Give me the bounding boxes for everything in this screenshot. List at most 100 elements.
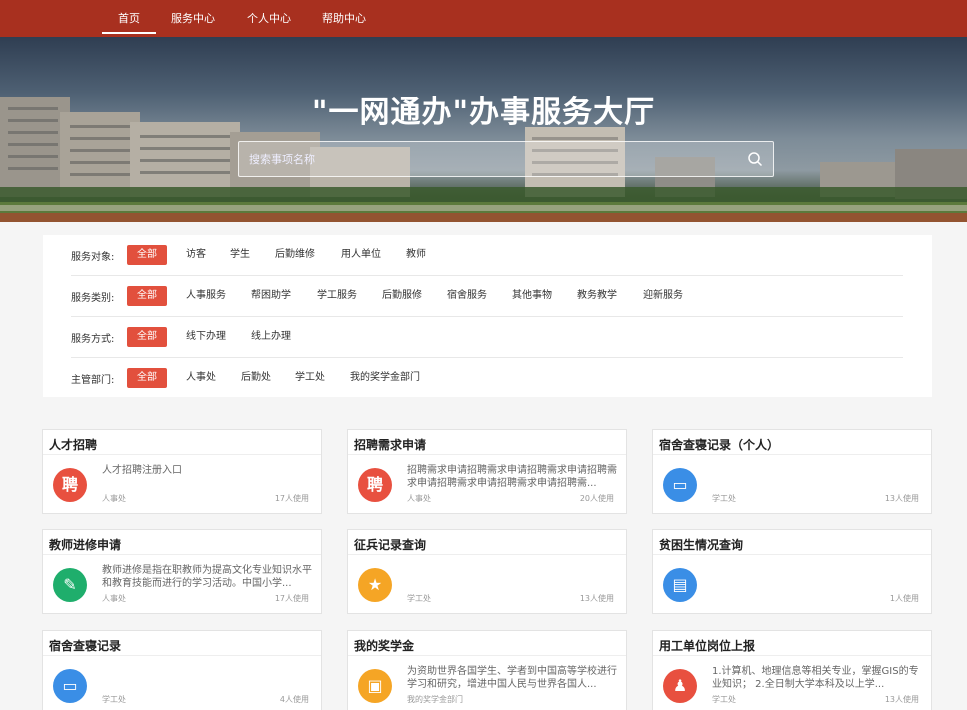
card-divider: [653, 454, 931, 455]
filter-option[interactable]: 全部: [127, 327, 167, 347]
search-icon[interactable]: [747, 151, 763, 167]
service-card[interactable]: 我的奖学金 ▣ 为资助世界各国学生、学者到中国高等学校进行学习和研究，增进中国人民与…: [347, 630, 627, 710]
filter-row-audience: 服务对象: 全部 访客 学生 后勤维修 用人单位 教师: [71, 235, 903, 276]
service-card[interactable]: 招聘需求申请聘 招聘需求申请招聘需求申请招聘需求申请招聘需求申请招聘需求申请招聘需…: [347, 429, 627, 514]
filter-option[interactable]: 访客: [176, 245, 216, 265]
recruit-icon: 聘: [358, 468, 392, 502]
filter-option[interactable]: 后勤处: [231, 368, 281, 388]
filter-option[interactable]: 迎新服务: [633, 286, 693, 306]
service-card-usage: 4人使用: [279, 695, 309, 704]
service-card[interactable]: 人才招聘聘 人才招聘注册入口 人事处 17人使用: [42, 429, 322, 514]
service-card-department: 学工处: [712, 695, 736, 704]
filter-option[interactable]: 全部: [127, 245, 167, 265]
service-card-description: 人才招聘注册入口: [102, 465, 182, 476]
filter-row-method: 服务方式: 全部 线下办理 线上办理: [71, 317, 903, 358]
search-box: [238, 141, 774, 177]
nav-home[interactable]: 首页: [102, 0, 156, 37]
service-card[interactable]: 教师进修申请 ✎ 教师进修是指在职教师为提高文化专业知识水平和教育技能而进行的学习活…: [42, 529, 322, 614]
service-card-department: 学工处: [102, 695, 126, 704]
icon-glyph: ▤: [672, 575, 688, 594]
service-card-department: 我的奖学金部门: [407, 695, 463, 704]
nav-personal-center[interactable]: 个人中心: [240, 0, 298, 37]
service-card-usage: 17人使用: [274, 494, 309, 503]
filter-option[interactable]: 全部: [127, 368, 167, 388]
service-card[interactable]: 宿舍查寝记录 ▭ 学工处 4人使用: [42, 630, 322, 710]
service-card-department: 人事处: [407, 494, 431, 503]
filter-label: 主管部门:: [71, 375, 115, 386]
filter-option[interactable]: 用人单位: [331, 245, 391, 265]
filter-option[interactable]: 我的奖学金部门: [340, 368, 430, 388]
icon-glyph: 聘: [61, 475, 78, 494]
banner-title: "一网通办"办事服务大厅: [311, 95, 656, 130]
icon-glyph: ▭: [672, 475, 688, 494]
filter-option[interactable]: 学工服务: [307, 286, 367, 306]
service-card-usage: 13人使用: [579, 594, 614, 603]
nav-help-center[interactable]: 帮助中心: [315, 0, 373, 37]
service-card-department: 学工处: [712, 494, 736, 503]
service-card-title: 征兵记录查询: [354, 538, 427, 552]
card-divider: [653, 655, 931, 656]
service-card-usage: 1人使用: [889, 594, 919, 603]
icon-glyph: ▣: [367, 676, 383, 695]
filter-option[interactable]: 学工处: [285, 368, 335, 388]
top-nav: 首页 服务中心 个人中心 帮助中心: [0, 0, 967, 37]
service-card[interactable]: 宿舍查寝记录（个人） ▭ 学工处 13人使用: [652, 429, 932, 514]
filter-option[interactable]: 线上办理: [241, 327, 301, 347]
service-card[interactable]: 征兵记录查询 ★ 学工处 13人使用: [347, 529, 627, 614]
filter-option[interactable]: 教务教学: [567, 286, 627, 306]
service-card[interactable]: 贫困生情况查询 ▤ 1人使用: [652, 529, 932, 614]
search-input[interactable]: [239, 142, 739, 176]
filter-option[interactable]: 其他事物: [502, 286, 562, 306]
filter-option[interactable]: 后勤服修: [372, 286, 432, 306]
service-card-description: 招聘需求申请招聘需求申请招聘需求申请招聘需求申请招聘需求申请招聘需求申请招聘需.…: [407, 465, 617, 489]
service-card-title: 招聘需求申请: [354, 438, 427, 452]
service-card[interactable]: 用工单位岗位上报 ♟ 1.计算机、地理信息等相关专业，掌握GIS的专业知识； 2.全…: [652, 630, 932, 710]
icon-glyph: ▭: [62, 676, 78, 695]
filter-label: 服务方式:: [71, 334, 115, 345]
card-divider: [348, 454, 626, 455]
service-card-title: 宿舍查寝记录（个人）: [659, 438, 780, 452]
filter-option[interactable]: 全部: [127, 286, 167, 306]
hero-banner: "一网通办"办事服务大厅: [0, 37, 967, 222]
scholarship-icon: ▣: [358, 669, 392, 703]
bed-icon: ▭: [663, 468, 697, 502]
service-card-title: 宿舍查寝记录: [49, 639, 122, 653]
recruit-icon: 聘: [53, 468, 87, 502]
bed-icon: ▭: [53, 669, 87, 703]
card-divider: [653, 554, 931, 555]
document-icon: ▤: [663, 568, 697, 602]
service-card-usage: 13人使用: [884, 695, 919, 704]
icon-glyph: 聘: [366, 475, 383, 494]
card-divider: [43, 655, 321, 656]
service-card-title: 人才招聘: [49, 438, 98, 452]
service-card-department: 人事处: [102, 594, 126, 603]
service-card-department: 人事处: [102, 494, 126, 503]
card-divider: [43, 454, 321, 455]
filter-panel: 服务对象: 全部 访客 学生 后勤维修 用人单位 教师 服务类别: 全部 人事服…: [43, 235, 932, 397]
filter-option[interactable]: 帮困助学: [241, 286, 301, 306]
filter-option[interactable]: 人事服务: [176, 286, 236, 306]
edit-icon: ✎: [53, 568, 87, 602]
service-card-title: 教师进修申请: [49, 538, 122, 552]
service-card-description: 为资助世界各国学生、学者到中国高等学校进行学习和研究，增进中国人民与世界各国人.…: [407, 666, 617, 690]
service-card-department: 学工处: [407, 594, 431, 603]
service-card-title: 我的奖学金: [354, 639, 415, 653]
filter-label: 服务类别:: [71, 293, 115, 304]
filter-row-category: 服务类别: 全部 人事服务 帮困助学 学工服务 后勤服修 宿舍服务 其他事物 教…: [71, 276, 903, 317]
filter-option[interactable]: 宿舍服务: [437, 286, 497, 306]
card-divider: [348, 655, 626, 656]
filter-option[interactable]: 学生: [220, 245, 260, 265]
icon-glyph: ♟: [672, 676, 688, 695]
filter-option[interactable]: 教师: [396, 245, 436, 265]
service-card-description: 1.计算机、地理信息等相关专业，掌握GIS的专业知识； 2.全日制大学本科及以上…: [712, 666, 919, 690]
filter-row-department: 主管部门: 全部 人事处 后勤处 学工处 我的奖学金部门: [71, 358, 903, 399]
service-card-description: 教师进修是指在职教师为提高文化专业知识水平和教育技能而进行的学习活动。中国小学.…: [102, 565, 312, 589]
filter-label: 服务对象:: [71, 252, 115, 263]
filter-option[interactable]: 线下办理: [176, 327, 236, 347]
icon-glyph: ★: [367, 575, 383, 594]
service-card-title: 用工单位岗位上报: [659, 639, 756, 653]
nav-service-center[interactable]: 服务中心: [164, 0, 222, 37]
military-icon: ★: [358, 568, 392, 602]
filter-option[interactable]: 后勤维修: [265, 245, 325, 265]
filter-option[interactable]: 人事处: [176, 368, 226, 388]
